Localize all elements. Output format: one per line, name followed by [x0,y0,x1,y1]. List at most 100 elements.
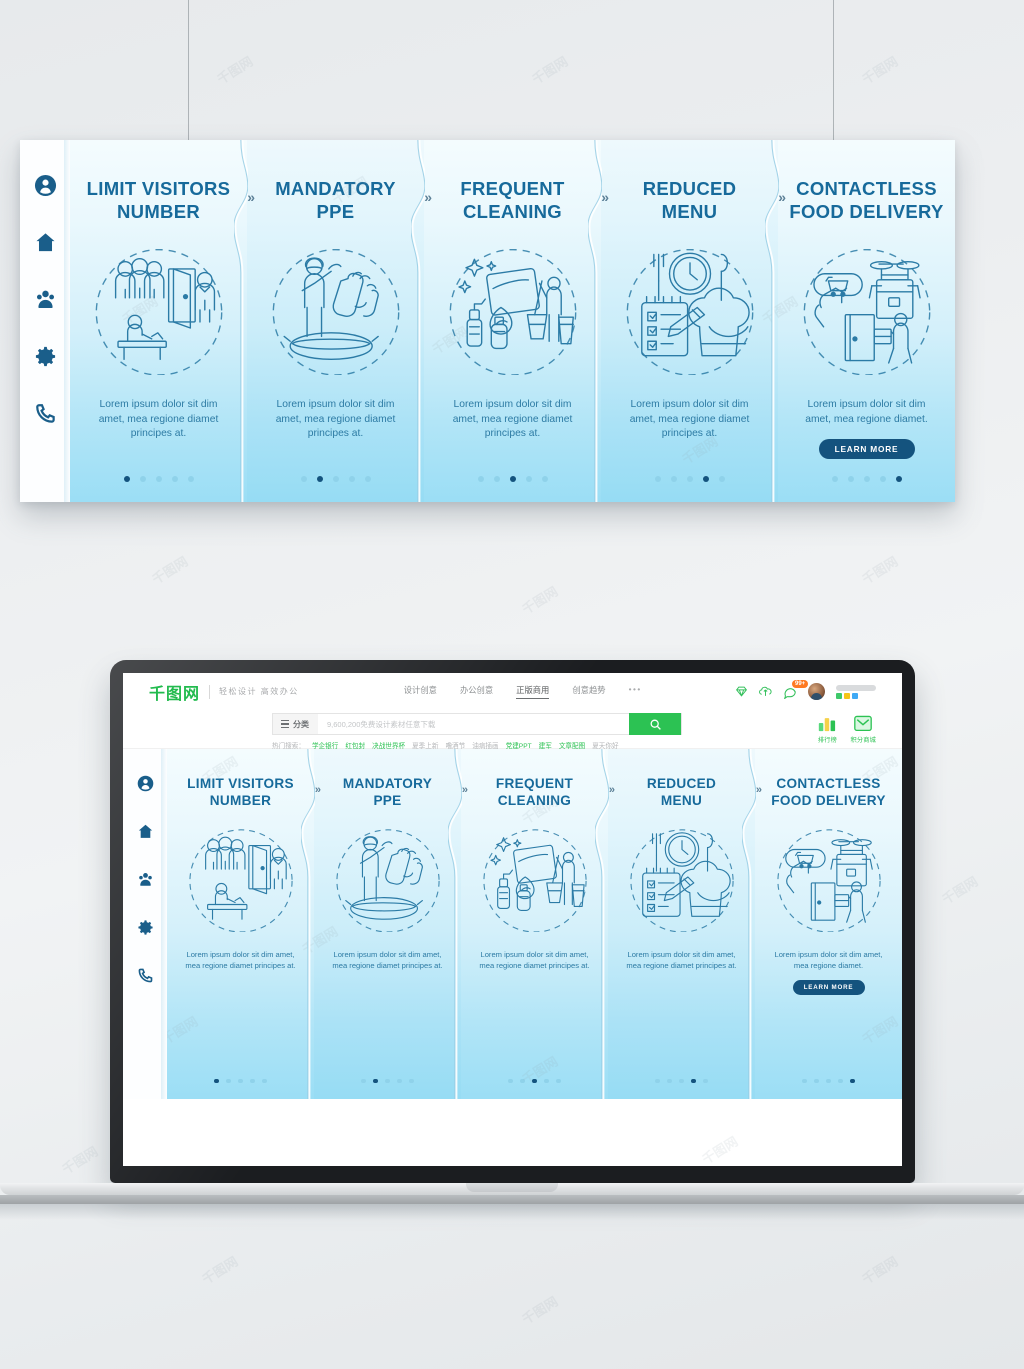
avatar[interactable] [808,683,825,700]
mall-button[interactable]: 积分商城 [850,713,876,744]
top-banner-preview: LIMIT VISITORS NUMBER Lorem ipsum dolor s… [20,140,955,502]
nav-item[interactable]: 设计创意 [404,684,437,699]
sidebar-item-settings[interactable] [137,919,154,936]
pagination-dot[interactable] [541,476,548,482]
pagination-dot[interactable] [863,476,870,482]
pagination-dot[interactable] [525,476,532,482]
pagination-dot[interactable] [316,476,323,482]
pagination-dot[interactable] [654,476,661,482]
pagination-dot[interactable] [879,476,886,482]
header-corner-buttons: 排行榜 积分商城 [816,713,876,744]
home-icon [34,231,57,254]
pagination-dot[interactable] [139,476,146,482]
onboarding-card[interactable]: MANDATORY PPE Lorem ipsum dolor sit dim a… [247,140,432,502]
pagination-dot[interactable] [520,1078,525,1083]
card-body-text: Lorem ipsum dolor sit dim amet, mea regi… [185,950,296,970]
search-input[interactable]: 9,600,200免费设计素材任意下载 [318,719,629,730]
onboarding-card[interactable]: CONTACTLESS FOOD DELIVERY Lorem ipsum dol… [755,749,902,1099]
pagination-dot[interactable] [847,476,854,482]
pagination-dots [361,1078,414,1083]
ranking-button[interactable]: 排行榜 [816,713,838,744]
search-bar[interactable]: 分类 9,600,200免费设计素材任意下载 [272,713,682,735]
onboarding-card[interactable]: FREQUENT CLEANING Lorem ipsum dolor sit d… [424,140,609,502]
pagination-dot[interactable] [508,1078,513,1083]
pagination-dot[interactable] [171,476,178,482]
laptop-shadow [0,1204,1024,1220]
pagination-dot[interactable] [397,1078,402,1083]
laptop-mockup: 千图网 轻松设计 高效办公 设计创意 办公创意 正版商用 创意趋势 ••• 99… [0,660,1024,1220]
pagination-dot[interactable] [155,476,162,482]
sidebar-item-settings[interactable] [34,345,57,368]
onboarding-card[interactable]: LIMIT VISITORS NUMBER Lorem ipsum dolor s… [70,140,255,502]
pagination-dot[interactable] [509,476,516,482]
pagination-dot[interactable] [814,1078,819,1083]
pagination-dot[interactable] [838,1078,843,1083]
pagination-dot[interactable] [655,1078,660,1083]
sidebar-item-home[interactable] [137,823,154,840]
pagination-dot[interactable] [385,1078,390,1083]
learn-more-button[interactable]: LEARN MORE [792,980,865,996]
onboarding-card[interactable]: LIMIT VISITORS NUMBER Lorem ipsum dolor s… [167,749,321,1099]
pagination-dot[interactable] [373,1078,378,1083]
pagination-dot[interactable] [802,1078,807,1083]
chevron-next-icon: » [461,784,468,796]
site-logo[interactable]: 千图网 [149,680,200,704]
sidebar-item-profile[interactable] [34,174,57,197]
pagination-dot[interactable] [214,1078,219,1083]
pagination-dot[interactable] [691,1078,696,1083]
pagination-dot[interactable] [477,476,484,482]
onboarding-card[interactable]: FREQUENT CLEANING Lorem ipsum dolor sit d… [461,749,615,1099]
sidebar-item-people[interactable] [34,288,57,311]
onboarding-card[interactable]: REDUCED MENU Lorem ipsum dolor sit dim am… [608,749,762,1099]
onboarding-card[interactable]: REDUCED MENU Lorem ipsum dolor sit dim am… [601,140,786,502]
nav-item[interactable]: 办公创意 [460,684,493,699]
pagination-dot[interactable] [238,1078,243,1083]
upload-cloud-icon[interactable] [759,685,772,698]
pagination-dot[interactable] [718,476,725,482]
pagination-dot[interactable] [123,476,130,482]
sidebar-item-contact[interactable] [34,402,57,425]
pagination-dot[interactable] [831,476,838,482]
pagination-dot[interactable] [686,476,693,482]
pagination-dot[interactable] [679,1078,684,1083]
message-icon[interactable]: 99+ [783,679,809,699]
pagination-dot[interactable] [364,476,371,482]
sidebar-item-profile[interactable] [137,775,154,792]
pagination-dot[interactable] [493,476,500,482]
pagination-dot[interactable] [702,476,709,482]
pagination-dot[interactable] [532,1078,537,1083]
nav-more-button[interactable]: ••• [629,684,642,699]
pagination-dot[interactable] [226,1078,231,1083]
pagination-dot[interactable] [544,1078,549,1083]
pagination-dot[interactable] [348,476,355,482]
pagination-dot[interactable] [332,476,339,482]
sidebar-item-contact[interactable] [137,967,154,984]
pagination-dot[interactable] [850,1078,855,1083]
nav-item[interactable]: 创意趋势 [572,684,605,699]
pagination-dot[interactable] [826,1078,831,1083]
pagination-dot[interactable] [670,476,677,482]
vip-diamond-icon[interactable] [735,685,748,698]
watermark: 千图网 [939,873,981,908]
laptop-screen: 千图网 轻松设计 高效办公 设计创意 办公创意 正版商用 创意趋势 ••• 99… [123,673,902,1166]
sidebar-item-home[interactable] [34,231,57,254]
onboarding-card[interactable]: MANDATORY PPE Lorem ipsum dolor sit dim a… [314,749,468,1099]
pagination-dot[interactable] [409,1078,414,1083]
learn-more-button[interactable]: LEARN MORE [818,439,915,459]
search-button[interactable] [629,713,681,735]
pagination-dot[interactable] [556,1078,561,1083]
pagination-dot[interactable] [187,476,194,482]
pagination-dot[interactable] [667,1078,672,1083]
pagination-dot[interactable] [895,476,902,482]
onboarding-card[interactable]: CONTACTLESS FOOD DELIVERY Lorem ipsum dol… [778,140,955,502]
sidebar-item-people[interactable] [137,871,154,888]
pagination-dot[interactable] [250,1078,255,1083]
nav-item[interactable]: 正版商用 [516,684,550,699]
pagination-dot[interactable] [361,1078,366,1083]
category-dropdown[interactable]: 分类 [273,714,318,734]
pagination-dot[interactable] [300,476,307,482]
watermark: 千图网 [199,1253,241,1288]
pagination-dot[interactable] [703,1078,708,1083]
cleaning-spray-mop-illustration [474,825,596,932]
pagination-dot[interactable] [262,1078,267,1083]
